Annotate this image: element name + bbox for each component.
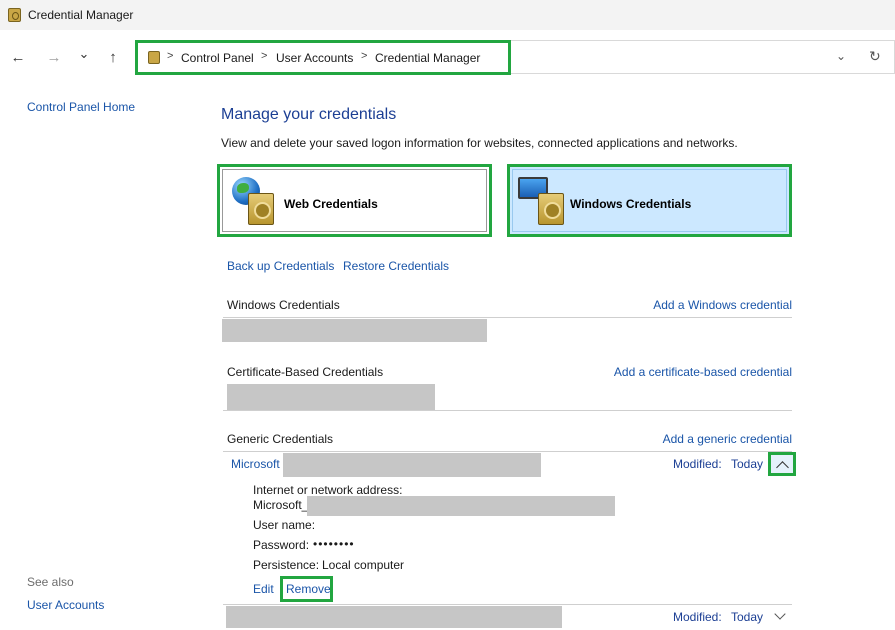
credential-manager-icon bbox=[8, 8, 21, 22]
section-divider bbox=[223, 604, 792, 605]
modified-label: Modified: bbox=[673, 457, 722, 471]
add-generic-credential-link[interactable]: Add a generic credential bbox=[663, 432, 792, 446]
redacted-entry-name bbox=[283, 453, 541, 477]
modified-date: Today bbox=[731, 610, 764, 624]
windows-credentials-heading: Windows Credentials bbox=[227, 298, 340, 312]
section-divider bbox=[223, 410, 792, 411]
up-arrow-icon[interactable]: ↑ bbox=[103, 48, 123, 68]
modified-label: Modified: bbox=[673, 610, 722, 624]
persistence-label: Persistence: bbox=[253, 558, 320, 572]
generic-credentials-heading: Generic Credentials bbox=[227, 432, 334, 446]
restore-credentials-link[interactable]: Restore Credentials bbox=[343, 259, 449, 273]
navigation-bar: ← → ⌄ ↑ > Control Panel > User Accounts … bbox=[0, 38, 895, 78]
chevron-up-icon bbox=[776, 461, 789, 474]
section-divider bbox=[223, 451, 792, 452]
password-label: Password: bbox=[253, 538, 310, 552]
web-credentials-tile[interactable]: Web Credentials bbox=[217, 164, 492, 237]
modified-date: Today bbox=[731, 457, 764, 471]
window-title: Credential Manager bbox=[28, 8, 134, 22]
see-also-label: See also bbox=[27, 575, 74, 589]
redacted-credential-entry[interactable] bbox=[222, 319, 487, 342]
section-divider bbox=[223, 317, 792, 318]
forward-arrow-icon[interactable]: → bbox=[44, 48, 64, 68]
vault-safe-icon bbox=[538, 193, 564, 225]
page-title: Manage your credentials bbox=[221, 106, 397, 123]
redacted-credential-entry[interactable] bbox=[227, 384, 435, 411]
password-value: •••••••• bbox=[313, 537, 355, 551]
redacted-address-value bbox=[307, 496, 615, 516]
address-highlight-box bbox=[135, 40, 511, 75]
persistence-value: Local computer bbox=[322, 558, 405, 572]
add-certificate-credential-link[interactable]: Add a certificate-based credential bbox=[614, 365, 792, 379]
vault-safe-icon bbox=[248, 193, 274, 225]
collapse-entry-button[interactable] bbox=[768, 452, 796, 476]
address-value: Microsoft_ bbox=[253, 498, 309, 512]
username-label: User name: bbox=[253, 518, 316, 532]
address-label: Internet or network address: bbox=[253, 483, 403, 497]
title-bar: Credential Manager bbox=[0, 0, 895, 30]
edit-credential-link[interactable]: Edit bbox=[253, 582, 274, 596]
control-panel-home-link[interactable]: Control Panel Home bbox=[27, 100, 135, 114]
certificate-credentials-heading: Certificate-Based Credentials bbox=[227, 365, 384, 379]
web-credentials-label: Web Credentials bbox=[284, 197, 378, 211]
credential-entry-name[interactable]: Microsoft bbox=[231, 457, 280, 471]
backup-credentials-link[interactable]: Back up Credentials bbox=[227, 259, 334, 273]
page-description: View and delete your saved logon informa… bbox=[221, 136, 738, 150]
windows-credentials-tile[interactable]: Windows Credentials bbox=[507, 164, 792, 237]
refresh-icon[interactable]: ↻ bbox=[869, 48, 881, 65]
address-dropdown-icon[interactable]: ⌄ bbox=[836, 49, 846, 63]
recent-locations-chevron-icon[interactable]: ⌄ bbox=[74, 44, 94, 64]
remove-highlight-box bbox=[280, 576, 333, 602]
user-accounts-link[interactable]: User Accounts bbox=[27, 598, 104, 612]
windows-credentials-label: Windows Credentials bbox=[570, 197, 692, 211]
back-arrow-icon[interactable]: ← bbox=[8, 48, 28, 68]
redacted-entry-name[interactable] bbox=[226, 606, 562, 628]
add-windows-credential-link[interactable]: Add a Windows credential bbox=[653, 298, 792, 312]
chevron-down-icon[interactable] bbox=[774, 608, 786, 620]
